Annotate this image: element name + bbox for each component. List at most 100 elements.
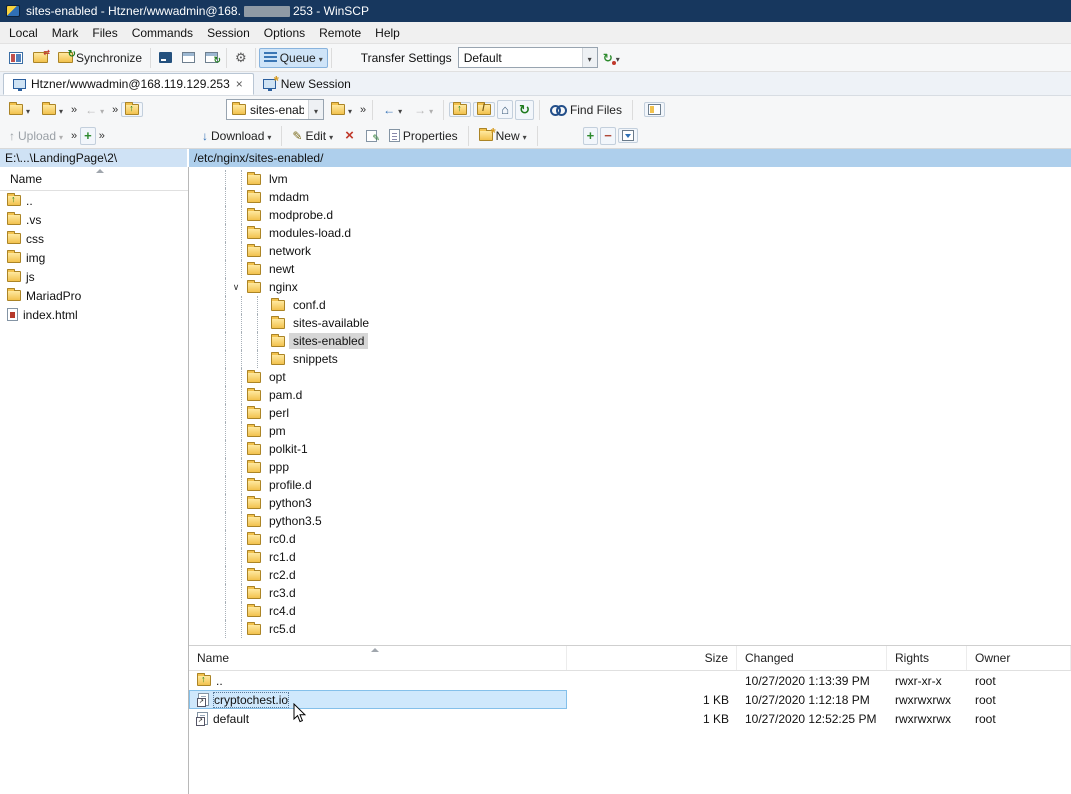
local-back-button[interactable] bbox=[80, 100, 109, 120]
remote-parent-directory-button[interactable] bbox=[449, 102, 472, 117]
menu-item[interactable]: Remote bbox=[312, 24, 368, 42]
overflow-chevron[interactable] bbox=[111, 104, 119, 116]
combo-dropdown-button[interactable] bbox=[308, 100, 323, 119]
remote-directory-select[interactable]: sites-enab bbox=[226, 99, 324, 120]
unselect-files-button[interactable] bbox=[600, 126, 616, 145]
local-parent-directory-button[interactable] bbox=[121, 102, 144, 117]
tree-item[interactable]: modprobe.d bbox=[189, 206, 1071, 224]
menu-item[interactable]: Commands bbox=[125, 24, 200, 42]
overflow-chevron[interactable] bbox=[70, 104, 78, 116]
menu-item[interactable]: Files bbox=[85, 24, 124, 42]
remote-refresh-button[interactable] bbox=[515, 99, 534, 120]
remote-bookmarks-dropdown[interactable] bbox=[326, 100, 357, 120]
preferences-button[interactable] bbox=[230, 47, 252, 69]
tree-item[interactable]: modules-load.d bbox=[189, 224, 1071, 242]
combo-dropdown-button[interactable] bbox=[581, 48, 597, 67]
delete-button[interactable] bbox=[340, 126, 359, 146]
overflow-chevron[interactable] bbox=[359, 104, 367, 116]
menu-item[interactable]: Help bbox=[368, 24, 407, 42]
list-item[interactable]: index.html bbox=[0, 305, 188, 324]
tree-item[interactable]: snippets bbox=[189, 350, 1071, 368]
explore-button[interactable] bbox=[177, 49, 200, 66]
close-tab-icon[interactable] bbox=[235, 77, 244, 91]
column-header-changed[interactable]: Changed bbox=[737, 646, 887, 670]
overflow-chevron[interactable] bbox=[70, 130, 78, 142]
tree-item[interactable]: rc3.d bbox=[189, 584, 1071, 602]
local-bookmarks-dropdown[interactable] bbox=[37, 100, 68, 120]
tree-item[interactable]: opt bbox=[189, 368, 1071, 386]
synchronize-button[interactable]: Synchronize bbox=[53, 48, 147, 68]
menu-item[interactable]: Local bbox=[2, 24, 45, 42]
transfer-settings-select[interactable]: Default bbox=[457, 47, 598, 68]
tree-item-label: rc3.d bbox=[269, 586, 296, 600]
tree-item[interactable]: rc1.d bbox=[189, 548, 1071, 566]
column-header-owner[interactable]: Owner bbox=[967, 646, 1071, 670]
tree-item[interactable]: newt bbox=[189, 260, 1071, 278]
remote-forward-button[interactable] bbox=[409, 100, 438, 120]
local-directory-dropdown[interactable] bbox=[4, 100, 35, 120]
tree-item[interactable]: sites-available bbox=[189, 314, 1071, 332]
tree-item[interactable]: sites-enabled bbox=[189, 332, 1071, 350]
tree-item[interactable]: conf.d bbox=[189, 296, 1071, 314]
rename-button[interactable] bbox=[361, 127, 382, 145]
list-item[interactable]: .. bbox=[0, 191, 188, 210]
chevron-down-icon[interactable] bbox=[228, 282, 244, 293]
tree-item[interactable]: pam.d bbox=[189, 386, 1071, 404]
selection-filter-button[interactable] bbox=[617, 128, 638, 143]
remote-path-bar[interactable]: /etc/nginx/sites-enabled/ bbox=[189, 149, 1071, 167]
properties-button[interactable]: Properties bbox=[384, 126, 463, 146]
table-row[interactable]: default 1 KB 10/27/2020 12:52:25 PM rwxr… bbox=[189, 709, 1071, 728]
synchronize-browsing-button[interactable] bbox=[28, 48, 53, 66]
tree-item[interactable]: nginx bbox=[189, 278, 1071, 296]
tree-item[interactable]: python3.5 bbox=[189, 512, 1071, 530]
tree-item[interactable]: lvm bbox=[189, 170, 1071, 188]
remote-home-directory-button[interactable] bbox=[497, 100, 514, 119]
table-row[interactable]: .. 10/27/2020 1:13:39 PM rwxr-xr-x root bbox=[189, 671, 1071, 690]
tree-item[interactable]: ppp bbox=[189, 458, 1071, 476]
local-select-button[interactable] bbox=[80, 126, 96, 145]
commander-layout-button[interactable] bbox=[4, 49, 28, 67]
table-row[interactable]: cryptochest.io 1 KB 10/27/2020 1:12:18 P… bbox=[189, 690, 1071, 709]
local-name-column-header[interactable]: Name bbox=[0, 167, 188, 191]
tree-item[interactable]: profile.d bbox=[189, 476, 1071, 494]
session-tab[interactable]: Htzner/wwwadmin@168.119.129.253 bbox=[3, 73, 254, 95]
tree-item[interactable]: polkit-1 bbox=[189, 440, 1071, 458]
local-path-bar[interactable]: E:\...\LandingPage\2\ bbox=[0, 149, 189, 167]
back-arrow-icon bbox=[85, 103, 97, 117]
new-button[interactable]: New bbox=[474, 125, 532, 146]
remote-back-button[interactable] bbox=[378, 100, 407, 120]
refresh-panels-button[interactable] bbox=[200, 49, 223, 66]
list-item[interactable]: js bbox=[0, 267, 188, 286]
transfer-preset-button[interactable] bbox=[598, 48, 625, 68]
queue-toggle-button[interactable]: Queue bbox=[258, 47, 328, 68]
new-session-tab[interactable]: New Session bbox=[254, 73, 360, 95]
list-item[interactable]: img bbox=[0, 248, 188, 267]
menu-item[interactable]: Options bbox=[257, 24, 312, 42]
remote-root-directory-button[interactable] bbox=[473, 102, 496, 117]
column-header-size[interactable]: Size bbox=[567, 646, 737, 670]
list-item[interactable]: .vs bbox=[0, 210, 188, 229]
tree-item[interactable]: rc4.d bbox=[189, 602, 1071, 620]
list-item[interactable]: css bbox=[0, 229, 188, 248]
menu-item[interactable]: Mark bbox=[45, 24, 86, 42]
column-header-rights[interactable]: Rights bbox=[887, 646, 967, 670]
tree-item[interactable]: perl bbox=[189, 404, 1071, 422]
upload-button[interactable]: Upload bbox=[4, 126, 68, 146]
tree-item[interactable]: mdadm bbox=[189, 188, 1071, 206]
overflow-chevron[interactable] bbox=[98, 130, 106, 142]
tree-item[interactable]: rc2.d bbox=[189, 566, 1071, 584]
menu-item[interactable]: Session bbox=[200, 24, 257, 42]
tree-item[interactable]: rc0.d bbox=[189, 530, 1071, 548]
list-item[interactable]: MariadPro bbox=[0, 286, 188, 305]
console-button[interactable] bbox=[154, 49, 177, 66]
tree-guide bbox=[225, 260, 241, 278]
find-files-button[interactable]: Find Files bbox=[545, 100, 627, 120]
tree-item[interactable]: pm bbox=[189, 422, 1071, 440]
tree-item[interactable]: network bbox=[189, 242, 1071, 260]
tree-item[interactable]: rc5.d bbox=[189, 620, 1071, 638]
select-files-button[interactable] bbox=[582, 126, 599, 145]
download-button[interactable]: Download bbox=[197, 126, 276, 146]
edit-button[interactable]: Edit bbox=[287, 126, 338, 146]
directory-tree-toggle-button[interactable] bbox=[643, 102, 665, 117]
tree-item[interactable]: python3 bbox=[189, 494, 1071, 512]
